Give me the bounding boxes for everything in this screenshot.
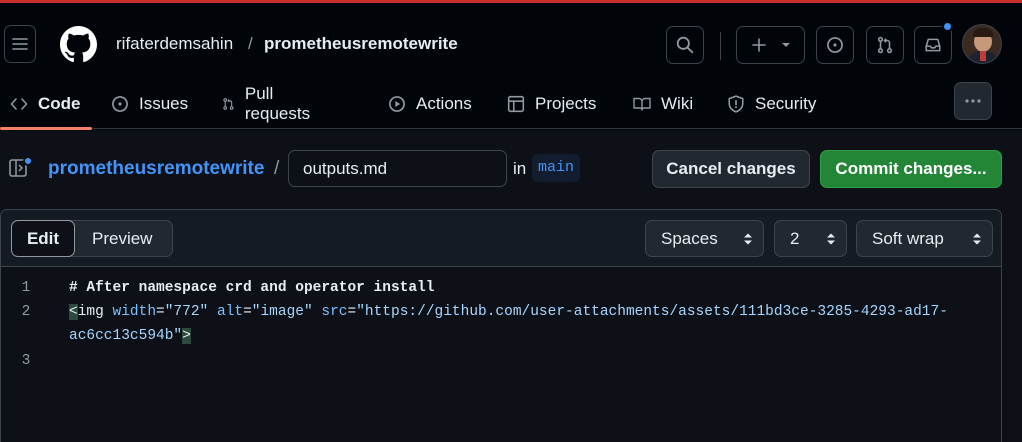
global-header: rifaterdemsahin / prometheusremotewrite … bbox=[0, 3, 1022, 130]
wrap-mode-value: Soft wrap bbox=[872, 229, 944, 248]
editor-page: prometheusremotewrite / outputs.md in ma… bbox=[0, 130, 1022, 442]
table-icon bbox=[507, 95, 525, 113]
tab-pull-requests[interactable]: Pull requests bbox=[222, 83, 315, 125]
menu-icon bbox=[12, 38, 28, 50]
search-icon bbox=[676, 36, 694, 54]
line-number: 3 bbox=[21, 353, 31, 369]
indent-size-value: 2 bbox=[790, 229, 800, 248]
tab-security-label: Security bbox=[755, 94, 817, 113]
chevron-down-icon bbox=[781, 43, 790, 47]
filename-input[interactable]: outputs.md bbox=[288, 150, 507, 187]
issues-button[interactable] bbox=[816, 26, 854, 64]
code-line-1: # After namespace crd and operator insta… bbox=[69, 280, 435, 296]
tab-projects[interactable]: Projects bbox=[507, 83, 596, 125]
edit-preview-toggle: Edit Preview bbox=[11, 220, 173, 257]
select-caret-icon bbox=[973, 233, 981, 245]
select-caret-icon bbox=[827, 233, 835, 245]
line-number: 1 bbox=[21, 280, 31, 296]
branch-badge: main bbox=[532, 154, 581, 182]
code-line-2: <img width="772" alt="image" src="https:… bbox=[69, 304, 948, 320]
select-caret-icon bbox=[744, 233, 752, 245]
git-pull-request-icon bbox=[877, 36, 893, 54]
indent-mode-value: Spaces bbox=[661, 229, 718, 248]
git-pull-request-icon bbox=[223, 98, 234, 110]
code-icon bbox=[10, 98, 28, 110]
menu-button[interactable] bbox=[4, 25, 36, 63]
commit-changes-button[interactable]: Commit changes... bbox=[820, 150, 1002, 188]
indent-mode-select[interactable]: Spaces bbox=[645, 220, 764, 257]
tab-code-label: Code bbox=[38, 94, 81, 113]
tab-pull-requests-label: Pull requests bbox=[244, 84, 311, 123]
line-number: 2 bbox=[21, 304, 31, 320]
tab-security[interactable]: Security bbox=[727, 83, 816, 125]
indent-size-select[interactable]: 2 bbox=[774, 220, 847, 257]
issue-opened-icon bbox=[112, 96, 128, 112]
owner-link[interactable]: rifaterdemsahin bbox=[116, 34, 233, 54]
tab-issues-label: Issues bbox=[139, 94, 189, 113]
tab-wiki[interactable]: Wiki bbox=[633, 83, 693, 125]
file-tree-dot bbox=[23, 156, 33, 166]
kebab-horizontal-icon bbox=[965, 99, 981, 103]
github-logo-icon[interactable] bbox=[60, 26, 97, 63]
header-divider bbox=[720, 32, 721, 60]
in-label: in bbox=[513, 159, 527, 178]
tab-actions[interactable]: Actions bbox=[388, 83, 472, 125]
editor-toolbar: Edit Preview Spaces 2 Soft wrap bbox=[1, 210, 1001, 267]
plus-icon bbox=[751, 38, 766, 52]
wrap-mode-select[interactable]: Soft wrap bbox=[856, 220, 993, 257]
search-button[interactable] bbox=[666, 26, 704, 64]
code-line-2-wrap: ac6cc13c594b"> bbox=[69, 328, 191, 344]
shield-icon bbox=[728, 95, 744, 113]
edit-tab[interactable]: Edit bbox=[11, 220, 75, 257]
breadcrumb-separator: / bbox=[274, 158, 280, 179]
code-editor: Edit Preview Spaces 2 Soft wrap 1 2 3 # … bbox=[0, 209, 1002, 442]
tab-projects-label: Projects bbox=[535, 94, 597, 113]
tab-issues[interactable]: Issues bbox=[111, 83, 188, 125]
inbox-icon bbox=[925, 38, 941, 52]
issue-opened-icon bbox=[827, 37, 843, 53]
tab-code[interactable]: Code bbox=[10, 83, 81, 125]
more-tabs-button[interactable] bbox=[954, 82, 992, 120]
play-icon bbox=[389, 96, 405, 112]
breadcrumb-repo-link[interactable]: prometheusremotewrite bbox=[48, 158, 264, 180]
repo-link[interactable]: prometheusremotewrite bbox=[264, 34, 458, 54]
cancel-changes-button[interactable]: Cancel changes bbox=[652, 150, 810, 188]
breadcrumb-separator: / bbox=[248, 34, 253, 53]
book-icon bbox=[633, 97, 651, 111]
pull-requests-button[interactable] bbox=[866, 26, 904, 64]
preview-tab[interactable]: Preview bbox=[92, 221, 152, 256]
tab-wiki-label: Wiki bbox=[661, 94, 694, 113]
create-new-button[interactable] bbox=[736, 26, 805, 64]
tab-actions-label: Actions bbox=[416, 94, 472, 113]
notification-dot bbox=[942, 21, 953, 32]
avatar[interactable] bbox=[962, 24, 1002, 64]
